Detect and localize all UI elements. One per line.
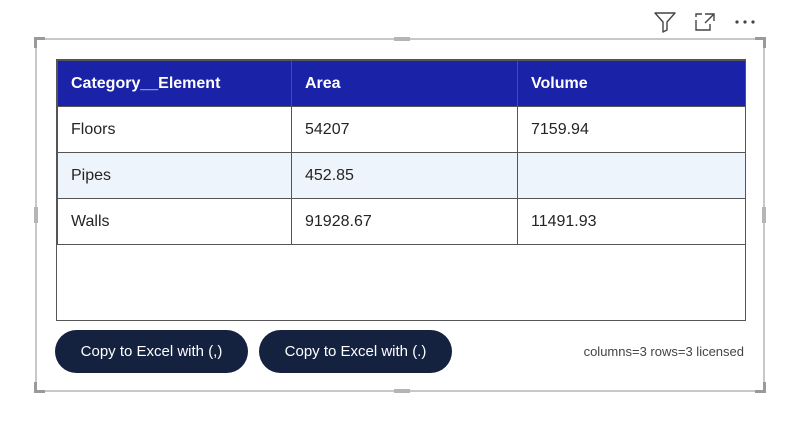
table-row: Walls 91928.67 11491.93 — [57, 198, 746, 245]
column-header-category-element[interactable]: Category__Element — [57, 60, 292, 107]
data-table: Category__Element Area Volume Floors 542… — [57, 60, 746, 245]
column-header-volume[interactable]: Volume — [517, 60, 746, 107]
filter-icon[interactable] — [652, 9, 678, 35]
table-cell: Pipes — [57, 152, 292, 199]
more-options-icon[interactable] — [732, 9, 758, 35]
table-row: Pipes 452.85 — [57, 152, 746, 199]
table-cell: 11491.93 — [517, 198, 746, 245]
table-cell: 91928.67 — [291, 198, 518, 245]
resize-handle-top-right[interactable] — [755, 37, 766, 48]
report-canvas: Category__Element Area Volume Floors 542… — [0, 0, 800, 425]
column-header-area[interactable]: Area — [291, 60, 518, 107]
resize-handle-top-left[interactable] — [34, 37, 45, 48]
resize-handle-bottom[interactable] — [394, 389, 410, 393]
resize-handle-right[interactable] — [762, 207, 766, 223]
table-row: Floors 54207 7159.94 — [57, 106, 746, 153]
table-cell — [517, 152, 746, 199]
table-status-text: columns=3 rows=3 licensed — [583, 344, 744, 359]
table-cell: 54207 — [291, 106, 518, 153]
table-header-row: Category__Element Area Volume — [57, 60, 746, 107]
table-cell: Walls — [57, 198, 292, 245]
resize-handle-bottom-left[interactable] — [34, 382, 45, 393]
focus-mode-icon[interactable] — [692, 9, 718, 35]
copy-to-excel-dot-button[interactable]: Copy to Excel with (.) — [259, 330, 452, 373]
table-cell: 7159.94 — [517, 106, 746, 153]
visual-header — [652, 9, 764, 35]
resize-handle-left[interactable] — [34, 207, 38, 223]
data-table-container: Category__Element Area Volume Floors 542… — [56, 59, 746, 321]
table-cell: 452.85 — [291, 152, 518, 199]
table-cell: Floors — [57, 106, 292, 153]
table-visual[interactable]: Category__Element Area Volume Floors 542… — [34, 37, 766, 393]
resize-handle-bottom-right[interactable] — [755, 382, 766, 393]
copy-to-excel-comma-button[interactable]: Copy to Excel with (,) — [55, 330, 248, 373]
resize-handle-top[interactable] — [394, 37, 410, 41]
